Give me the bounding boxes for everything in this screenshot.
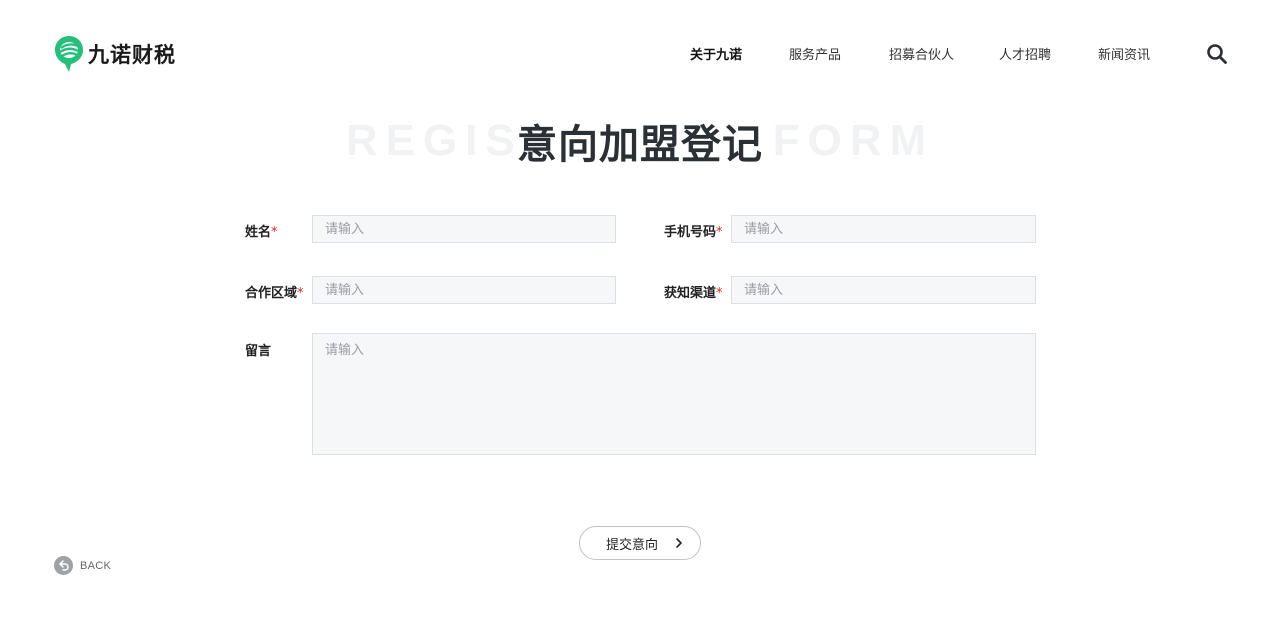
phone-label: 手机号码* <box>664 221 723 240</box>
nav-item-news[interactable]: 新闻资讯 <box>1098 44 1150 63</box>
phone-input[interactable] <box>731 215 1036 243</box>
required-mark: * <box>716 225 723 240</box>
back-arrow-icon <box>54 556 73 575</box>
name-label-text: 姓名 <box>245 225 272 240</box>
page-title: 意向加盟登记 <box>517 122 763 168</box>
region-label-text: 合作区域 <box>245 286 298 301</box>
brand-logo[interactable]: 九诺财税 <box>53 34 176 74</box>
channel-input[interactable] <box>731 276 1036 304</box>
submit-button[interactable]: 提交意向 <box>579 526 701 560</box>
chevron-right-icon <box>672 536 686 550</box>
nav-item-partners[interactable]: 招募合伙人 <box>889 44 954 63</box>
back-button[interactable]: BACK <box>54 556 111 575</box>
logo-icon <box>53 34 85 74</box>
region-label: 合作区域* <box>245 282 304 301</box>
channel-label: 获知渠道* <box>664 282 723 301</box>
name-input[interactable] <box>312 215 616 243</box>
nav-item-careers[interactable]: 人才招聘 <box>999 44 1051 63</box>
required-mark: * <box>271 225 278 240</box>
phone-label-text: 手机号码 <box>664 225 717 240</box>
required-mark: * <box>716 286 723 301</box>
message-label: 留言 <box>245 344 272 359</box>
submit-button-label: 提交意向 <box>606 537 659 553</box>
nav-item-services[interactable]: 服务产品 <box>789 44 841 63</box>
page-title-block: REGIS FORM 意向加盟登记 <box>0 112 1280 168</box>
required-mark: * <box>297 286 304 301</box>
channel-label-text: 获知渠道 <box>664 286 717 301</box>
brand-name: 九诺财税 <box>88 43 176 67</box>
message-textarea[interactable] <box>312 333 1036 455</box>
nav-item-about[interactable]: 关于九诺 <box>690 44 742 63</box>
region-input[interactable] <box>312 276 616 304</box>
name-label: 姓名* <box>245 221 278 240</box>
back-label: BACK <box>80 559 112 572</box>
search-icon[interactable] <box>1206 43 1228 65</box>
